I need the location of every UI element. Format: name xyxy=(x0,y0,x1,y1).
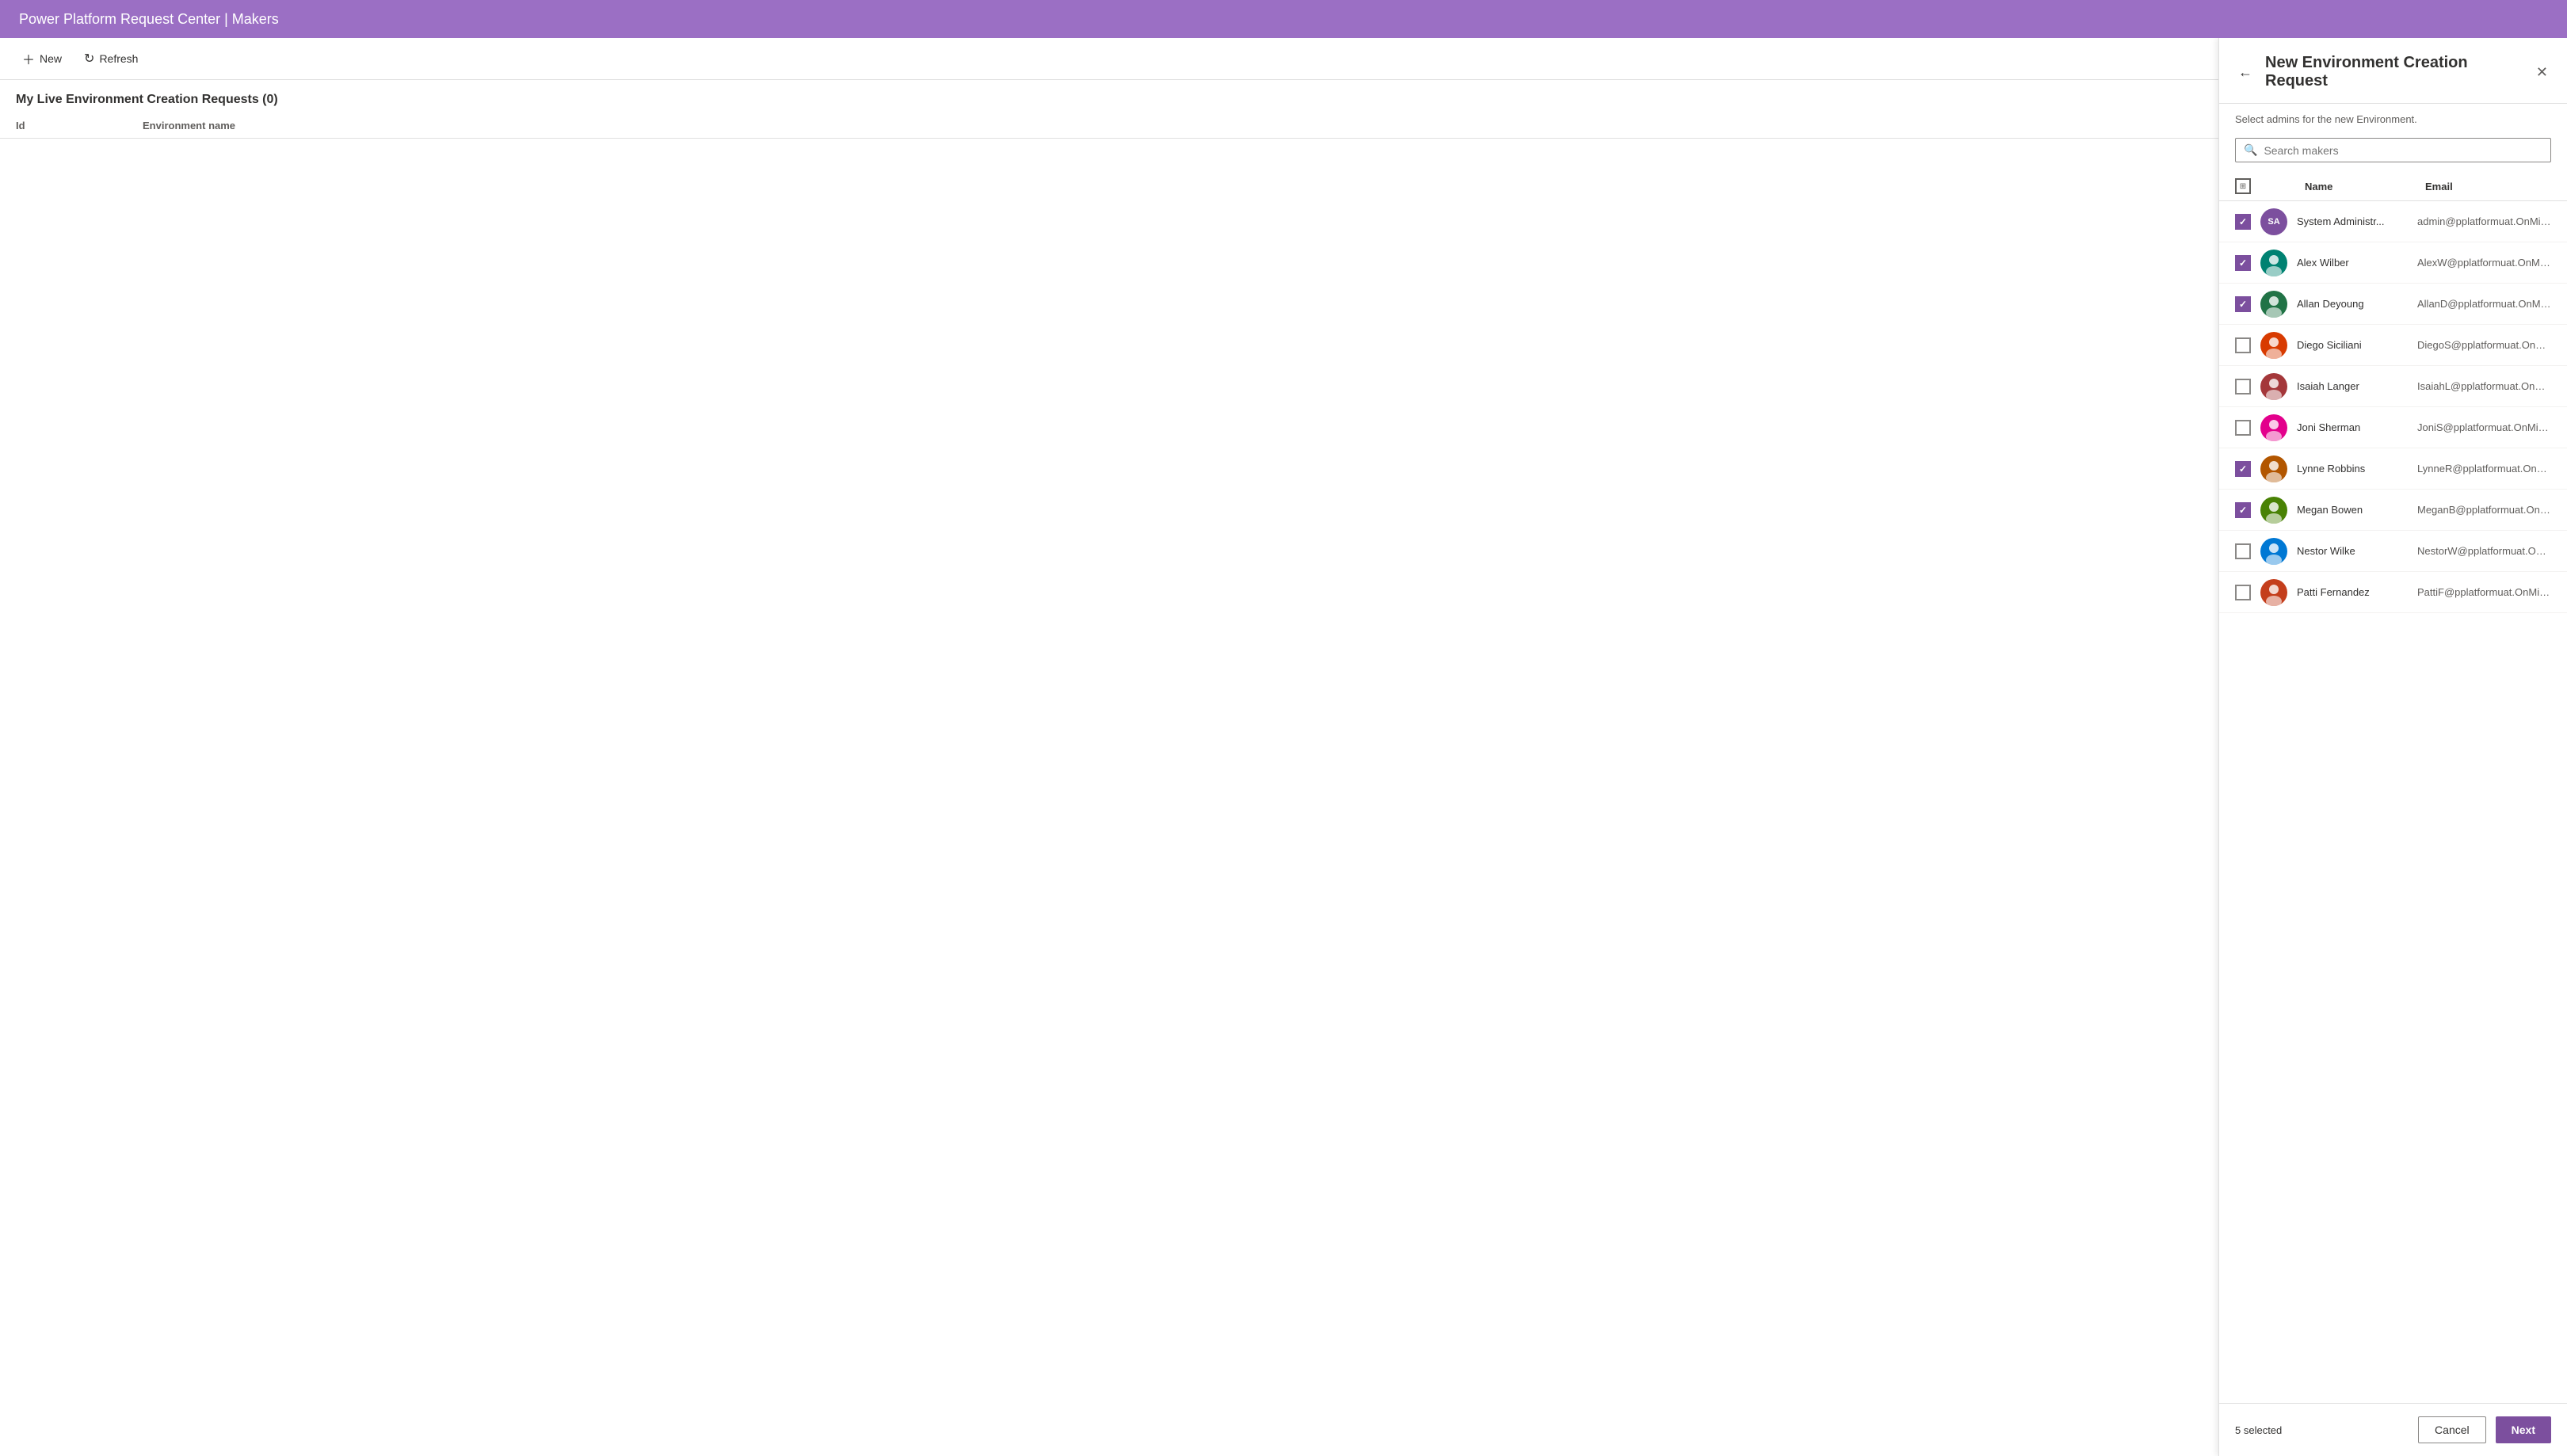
select-all-col: ⊞ xyxy=(2235,178,2257,194)
panel-header: ← New Environment Creation Request ✕ xyxy=(2219,38,2567,104)
list-item: Joni Sherman JoniS@pplatformuat.OnMicroso… xyxy=(2219,407,2567,448)
list-item: Diego Siciliani DiegoS@pplatformuat.OnMic… xyxy=(2219,325,2567,366)
right-panel: ← New Environment Creation Request ✕ Sel… xyxy=(2218,38,2567,1456)
footer-buttons: Cancel Next xyxy=(2418,1416,2551,1443)
col-header-id: Id xyxy=(16,120,111,131)
cancel-button[interactable]: Cancel xyxy=(2418,1416,2486,1443)
app-title: Power Platform Request Center | Makers xyxy=(19,11,279,28)
avatar xyxy=(2260,414,2287,441)
close-icon: ✕ xyxy=(2536,64,2548,81)
avatar xyxy=(2260,291,2287,318)
maker-email: JoniS@pplatformuat.OnMicrosoft.com xyxy=(2417,421,2551,433)
plus-icon: ＋ xyxy=(22,49,35,68)
maker-email: MeganB@pplatformuat.OnMicrosoft.... xyxy=(2417,504,2551,516)
panel-title: New Environment Creation Request xyxy=(2265,54,2523,90)
avatar xyxy=(2260,579,2287,606)
avatar xyxy=(2260,332,2287,359)
maker-checkbox[interactable] xyxy=(2235,502,2251,518)
top-bar: Power Platform Request Center | Makers xyxy=(0,0,2567,38)
next-button[interactable]: Next xyxy=(2496,1416,2551,1443)
toolbar: ＋ New ↻ Refresh xyxy=(0,38,2218,80)
list-item: Lynne Robbins LynneR@pplatformuat.OnMicro… xyxy=(2219,448,2567,490)
empty-area xyxy=(0,139,2218,1456)
maker-name: Nestor Wilke xyxy=(2297,545,2408,557)
maker-email: NestorW@pplatformuat.OnMicrosoft.... xyxy=(2417,545,2551,557)
selected-count: 5 selected xyxy=(2235,1424,2282,1436)
maker-checkbox[interactable] xyxy=(2235,585,2251,600)
panel-subtitle: Select admins for the new Environment. xyxy=(2219,104,2567,131)
maker-name: Patti Fernandez xyxy=(2297,586,2408,598)
close-button[interactable]: ✕ xyxy=(2533,61,2551,84)
avatar xyxy=(2260,497,2287,524)
col-name-header: Name xyxy=(2305,181,2416,192)
new-label: New xyxy=(40,52,62,65)
list-item: Nestor Wilke NestorW@pplatformuat.OnMicro… xyxy=(2219,531,2567,572)
maker-checkbox[interactable] xyxy=(2235,337,2251,353)
col-email-header: Email xyxy=(2425,181,2551,192)
maker-name: Megan Bowen xyxy=(2297,504,2408,516)
search-input[interactable] xyxy=(2264,144,2542,157)
avatar xyxy=(2260,373,2287,400)
avatar xyxy=(2260,538,2287,565)
back-arrow-icon: ← xyxy=(2238,64,2252,81)
back-button[interactable]: ← xyxy=(2235,61,2256,84)
panel-footer: 5 selected Cancel Next xyxy=(2219,1403,2567,1456)
list-item: Allan Deyoung AllanD@pplatformuat.OnMicro… xyxy=(2219,284,2567,325)
list-item: Isaiah Langer IsaiahL@pplatformuat.OnMicr… xyxy=(2219,366,2567,407)
maker-name: Lynne Robbins xyxy=(2297,463,2408,475)
avatar: SA xyxy=(2260,208,2287,235)
refresh-button[interactable]: ↻ Refresh xyxy=(74,46,147,71)
maker-name: Diego Siciliani xyxy=(2297,339,2408,351)
new-button[interactable]: ＋ New xyxy=(13,44,71,73)
main-area: ＋ New ↻ Refresh My Live Environment Crea… xyxy=(0,38,2567,1456)
avatar xyxy=(2260,250,2287,276)
maker-checkbox[interactable] xyxy=(2235,379,2251,394)
maker-email: DiegoS@pplatformuat.OnMicrosoft.c... xyxy=(2417,339,2551,351)
maker-checkbox[interactable] xyxy=(2235,543,2251,559)
maker-checkbox[interactable] xyxy=(2235,461,2251,477)
search-box: 🔍 xyxy=(2235,138,2551,162)
avatar xyxy=(2260,455,2287,482)
maker-email: AlexW@pplatformuat.OnMicrosoft.c... xyxy=(2417,257,2551,269)
maker-name: Alex Wilber xyxy=(2297,257,2408,269)
maker-email: AllanD@pplatformuat.OnMicrosoft.c... xyxy=(2417,298,2551,310)
table-header: Id Environment name xyxy=(0,113,2218,139)
list-item: SA System Administr... admin@pplatformuat.… xyxy=(2219,201,2567,242)
list-item: Alex Wilber AlexW@pplatformuat.OnMicrosof… xyxy=(2219,242,2567,284)
maker-email: IsaiahL@pplatformuat.OnMicrosoft.c... xyxy=(2417,380,2551,392)
maker-checkbox[interactable] xyxy=(2235,214,2251,230)
makers-table-header: ⊞ Name Email xyxy=(2219,172,2567,201)
search-icon: 🔍 xyxy=(2244,143,2257,157)
maker-email: admin@pplatformuat.OnMicrosoft.co... xyxy=(2417,215,2551,227)
maker-checkbox[interactable] xyxy=(2235,255,2251,271)
refresh-label: Refresh xyxy=(99,52,138,65)
page-title: My Live Environment Creation Requests (0… xyxy=(0,80,2218,113)
maker-checkbox[interactable] xyxy=(2235,296,2251,312)
maker-name: System Administr... xyxy=(2297,215,2408,227)
makers-table: SA System Administr... admin@pplatformuat.… xyxy=(2219,201,2567,1403)
maker-name: Joni Sherman xyxy=(2297,421,2408,433)
left-content: ＋ New ↻ Refresh My Live Environment Crea… xyxy=(0,38,2218,1456)
select-all-icon[interactable]: ⊞ xyxy=(2235,178,2251,194)
col-header-env: Environment name xyxy=(143,120,2203,131)
list-item: Megan Bowen MeganB@pplatformuat.OnMicroso… xyxy=(2219,490,2567,531)
maker-email: LynneR@pplatformuat.OnMicrosoft.c... xyxy=(2417,463,2551,475)
maker-checkbox[interactable] xyxy=(2235,420,2251,436)
refresh-icon: ↻ xyxy=(84,51,94,67)
maker-name: Allan Deyoung xyxy=(2297,298,2408,310)
maker-name: Isaiah Langer xyxy=(2297,380,2408,392)
list-item: Patti Fernandez PattiF@pplatformuat.OnMic… xyxy=(2219,572,2567,613)
maker-email: PattiF@pplatformuat.OnMicrosoft.com xyxy=(2417,586,2551,598)
